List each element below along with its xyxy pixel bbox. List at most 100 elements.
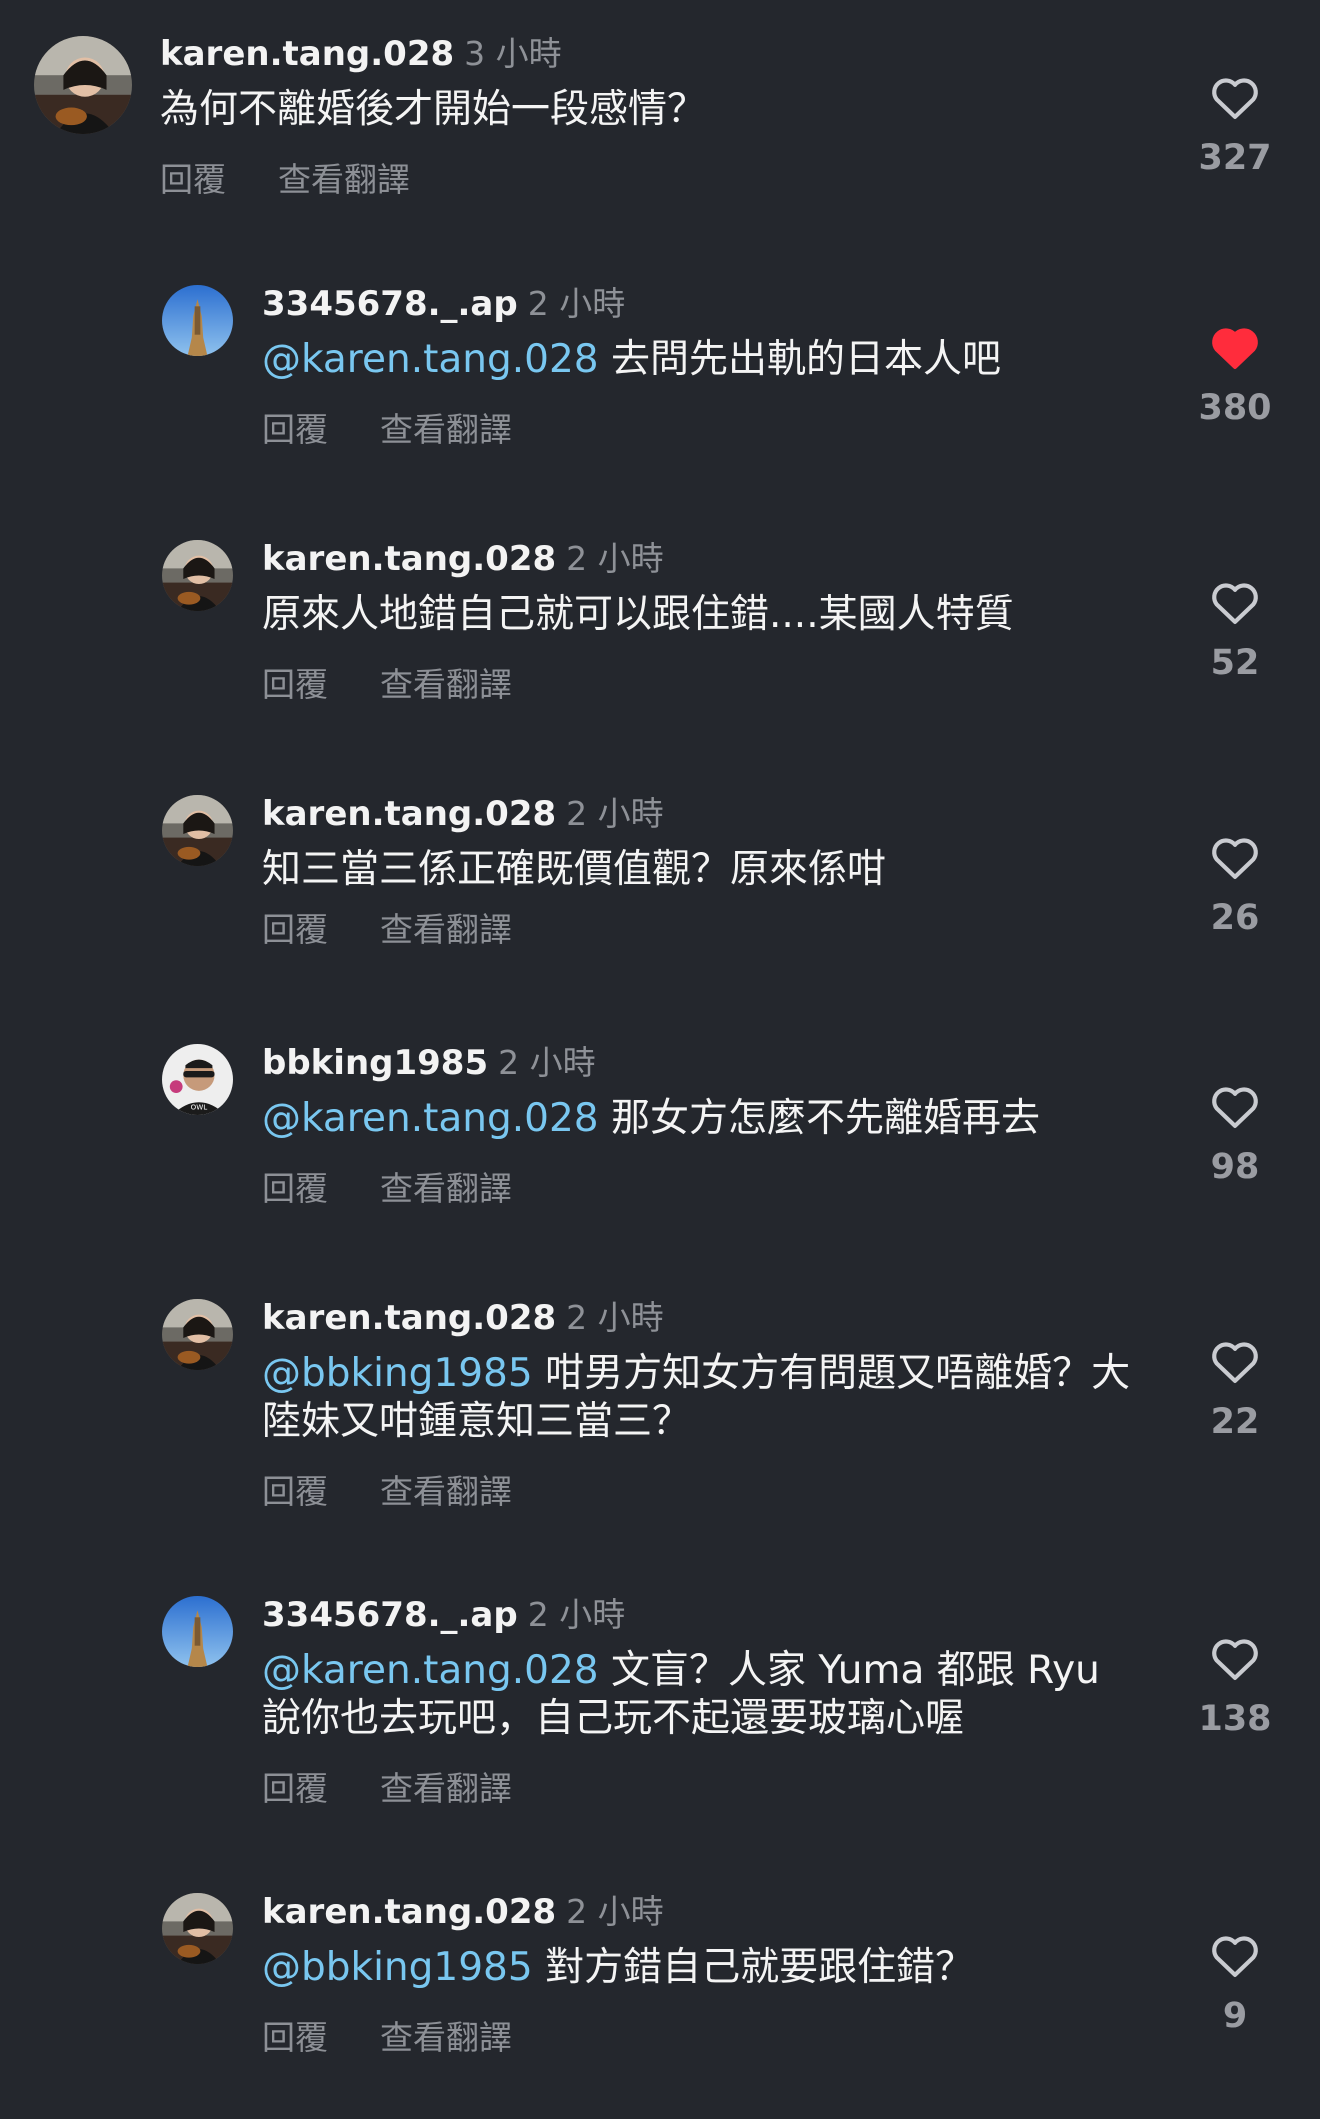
comment-text: @karen.tang.028 去問先出軌的日本人吧 [262, 336, 1140, 384]
heart-outline-icon[interactable] [1209, 834, 1261, 880]
comment-meta: karen.tang.028 2 小時 [262, 790, 1140, 838]
comment-body: karen.tang.028 3 小時 為何不離婚後才開始一段感情？ 回覆 查看翻譯 [160, 30, 1140, 202]
user-avatar-image [162, 1299, 233, 1370]
like-button[interactable]: 9 [1180, 1932, 1290, 2036]
svg-text:OWL: OWL [191, 1102, 208, 1111]
comment-body: karen.tang.028 2 小時 原來人地錯自己就可以跟住錯....某國人特… [262, 535, 1140, 707]
like-button[interactable]: 26 [1180, 834, 1290, 938]
comment-message: 那女方怎麼不先離婚再去 [598, 1096, 1040, 1141]
comment-text: @karen.tang.028 那女方怎麼不先離婚再去 [262, 1095, 1140, 1143]
reply-button[interactable]: 回覆 [262, 2016, 328, 2060]
like-count: 98 [1210, 1147, 1260, 1187]
avatar[interactable]: OWL [162, 1044, 233, 1115]
reply-button[interactable]: 回覆 [262, 663, 328, 707]
user-avatar-image: OWL [162, 1044, 233, 1115]
comment-actions: 回覆 查看翻譯 [262, 663, 1140, 707]
heart-outline-icon[interactable] [1209, 1338, 1261, 1384]
like-count: 22 [1210, 1402, 1260, 1442]
comment-body: 3345678._.ap 2 小時 @karen.tang.028 文盲？人家 Y… [262, 1591, 1140, 1811]
comment-text: 知三當三係正確既價值觀？原來係咁 [262, 846, 1140, 894]
heart-filled-icon[interactable] [1209, 324, 1261, 370]
username[interactable]: 3345678._.ap [262, 284, 518, 324]
comment-text: @bbking1985 對方錯自己就要跟住錯？ [262, 1944, 1140, 1992]
timestamp: 2 小時 [527, 1595, 626, 1634]
like-button[interactable]: 138 [1180, 1635, 1290, 1739]
comment-body: karen.tang.028 2 小時 @bbking1985 對方錯自己就要跟住… [262, 1888, 1140, 2060]
comment-meta: karen.tang.028 3 小時 [160, 30, 1140, 78]
reply-button[interactable]: 回覆 [160, 158, 226, 202]
comment-actions: 回覆 查看翻譯 [262, 1767, 1140, 1811]
mention-link[interactable]: @karen.tang.028 [262, 1648, 599, 1693]
comment-meta: 3345678._.ap 2 小時 [262, 1591, 1140, 1639]
avatar[interactable] [162, 1299, 233, 1370]
reply-button[interactable]: 回覆 [262, 408, 328, 452]
heart-outline-icon[interactable] [1209, 1083, 1261, 1129]
comment-text: 原來人地錯自己就可以跟住錯....某國人特質 [262, 591, 1140, 639]
translate-button[interactable]: 查看翻譯 [380, 908, 512, 952]
mention-link[interactable]: @bbking1985 [262, 1945, 533, 1990]
avatar[interactable] [162, 285, 233, 356]
translate-button[interactable]: 查看翻譯 [380, 663, 512, 707]
comment-actions: 回覆 查看翻譯 [262, 408, 1140, 452]
like-button[interactable]: 22 [1180, 1338, 1290, 1442]
username[interactable]: karen.tang.028 [262, 1298, 556, 1338]
username[interactable]: karen.tang.028 [262, 794, 556, 834]
like-button[interactable]: 98 [1180, 1083, 1290, 1187]
translate-button[interactable]: 查看翻譯 [380, 1167, 512, 1211]
avatar[interactable] [162, 795, 233, 866]
mention-link[interactable]: @karen.tang.028 [262, 1096, 599, 1141]
timestamp: 2 小時 [498, 1043, 596, 1082]
translate-button[interactable]: 查看翻譯 [380, 2016, 512, 2060]
timestamp: 2 小時 [527, 284, 626, 323]
timestamp: 2 小時 [566, 539, 664, 578]
reply-button[interactable]: 回覆 [262, 908, 328, 952]
comment-message: 對方錯自己就要跟住錯？ [532, 1945, 975, 1990]
mention-link[interactable]: @bbking1985 [262, 1351, 533, 1396]
comment-meta: karen.tang.028 2 小時 [262, 1294, 1140, 1342]
translate-button[interactable]: 查看翻譯 [380, 1470, 512, 1514]
mention-link[interactable]: @karen.tang.028 [262, 337, 599, 382]
translate-button[interactable]: 查看翻譯 [380, 1767, 512, 1811]
username[interactable]: karen.tang.028 [160, 34, 454, 74]
user-avatar-image [34, 36, 132, 134]
user-avatar-image [162, 540, 233, 611]
comment-body: 3345678._.ap 2 小時 @karen.tang.028 去問先出軌的日… [262, 280, 1140, 452]
avatar[interactable] [162, 1596, 233, 1667]
heart-outline-icon[interactable] [1209, 579, 1261, 625]
comment-actions: 回覆 查看翻譯 [160, 158, 1140, 202]
comment-actions: 回覆 查看翻譯 [262, 1167, 1140, 1211]
reply-button[interactable]: 回覆 [262, 1470, 328, 1514]
username[interactable]: 3345678._.ap [262, 1595, 518, 1635]
heart-outline-icon[interactable] [1209, 1932, 1261, 1978]
avatar[interactable] [34, 36, 132, 134]
timestamp: 2 小時 [566, 1298, 664, 1337]
timestamp: 2 小時 [566, 1892, 664, 1931]
comment-meta: karen.tang.028 2 小時 [262, 535, 1140, 583]
user-avatar-image [162, 285, 233, 356]
heart-outline-icon[interactable] [1209, 1635, 1261, 1681]
reply-button[interactable]: 回覆 [262, 1167, 328, 1211]
translate-button[interactable]: 查看翻譯 [278, 158, 410, 202]
avatar[interactable] [162, 540, 233, 611]
like-count: 380 [1198, 388, 1272, 428]
comment-meta: 3345678._.ap 2 小時 [262, 280, 1140, 328]
heart-outline-icon[interactable] [1209, 74, 1261, 120]
avatar[interactable] [162, 1893, 233, 1964]
timestamp: 3 小時 [464, 34, 562, 73]
comment-body: karen.tang.028 2 小時 知三當三係正確既價值觀？原來係咁 回覆 查看… [262, 790, 1140, 952]
comment-message: 去問先出軌的日本人吧 [598, 337, 1001, 382]
comment-actions: 回覆 查看翻譯 [262, 908, 1140, 952]
user-avatar-image [162, 1893, 233, 1964]
username[interactable]: karen.tang.028 [262, 1892, 556, 1932]
translate-button[interactable]: 查看翻譯 [380, 408, 512, 452]
like-button[interactable]: 327 [1180, 74, 1290, 178]
like-button[interactable]: 52 [1180, 579, 1290, 683]
comment-body: bbking1985 2 小時 @karen.tang.028 那女方怎麼不先離婚… [262, 1039, 1140, 1211]
username[interactable]: karen.tang.028 [262, 539, 556, 579]
username[interactable]: bbking1985 [262, 1043, 488, 1083]
like-button[interactable]: 380 [1180, 324, 1290, 428]
comment-text: @bbking1985 咁男方知女方有問題又唔離婚？大陸妹又咁鍾意知三當三？ [262, 1350, 1140, 1446]
timestamp: 2 小時 [566, 794, 664, 833]
user-avatar-image [162, 1596, 233, 1667]
reply-button[interactable]: 回覆 [262, 1767, 328, 1811]
